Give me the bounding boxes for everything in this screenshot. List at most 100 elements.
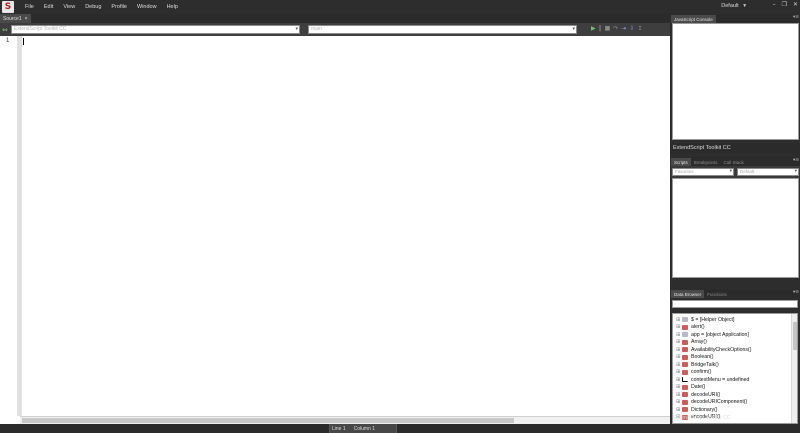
step-into-icon[interactable]: ⇥ xyxy=(621,25,626,32)
tree-item-label: app = [object Application] xyxy=(691,331,749,338)
object-icon xyxy=(682,377,688,383)
editor-toolbar: ⇔ ExtendScript Toolkit CC ▾ main ▾ ▶ ‖ ■… xyxy=(0,23,670,36)
status-bar: Line 1 Column 1 ExtendScript Toolkit CC xyxy=(0,415,800,433)
tree-item-label: Array() xyxy=(691,339,707,346)
default-select[interactable]: Default ▾ xyxy=(737,168,799,176)
tree-item[interactable]: ⊞ decodeURIComponent() xyxy=(673,399,797,407)
default-value: Default xyxy=(740,169,755,174)
tree-item-label: AvailabilityCheckOptions() xyxy=(691,346,752,353)
document-tabbar: Source1 × xyxy=(0,14,670,23)
status-line: Line 1 xyxy=(332,425,346,432)
object-icon xyxy=(682,384,688,390)
scrollbar-thumb[interactable] xyxy=(22,418,514,423)
tab-label: Source1 xyxy=(3,15,22,22)
menu-debug[interactable]: Debug xyxy=(80,4,106,10)
editor-area: Source1 × ⇔ ExtendScript Toolkit CC ▾ ma… xyxy=(0,14,670,424)
status-column: Column 1 xyxy=(353,425,376,432)
tree-item[interactable]: ⊞ Boolean() xyxy=(673,354,797,362)
object-icon xyxy=(682,362,688,368)
menu-edit[interactable]: Edit xyxy=(39,4,58,10)
panel-menu-icon[interactable]: ▾≡ xyxy=(793,290,799,295)
tab-javascript-console[interactable]: JavaScript Console xyxy=(671,15,716,23)
tree-item-label: decodeURIComponent() xyxy=(691,399,748,406)
favorites-value: Favorites xyxy=(675,169,694,174)
run-icon[interactable]: ▶ xyxy=(591,25,596,32)
app-logo: S xyxy=(2,1,14,13)
workspace-selector[interactable]: Default ▾ xyxy=(721,3,746,9)
object-icon xyxy=(682,339,688,345)
panel-menu-icon[interactable]: ▾≡ xyxy=(793,15,799,20)
tree-item[interactable]: ⊞ Dictionary() xyxy=(673,406,797,414)
stop-icon[interactable]: ■ xyxy=(605,25,611,32)
chevron-down-icon: ▾ xyxy=(572,26,575,32)
object-icon xyxy=(682,317,688,323)
step-out-icon[interactable]: ↥ xyxy=(637,25,642,32)
tree-item[interactable]: ⊞ confirm() xyxy=(673,369,797,377)
tab-source1[interactable]: Source1 × xyxy=(0,14,31,23)
chevron-down-icon: ▾ xyxy=(729,169,732,174)
step-down-icon[interactable]: ⇩ xyxy=(629,25,634,32)
close-icon[interactable]: ✕ xyxy=(793,1,798,8)
tree-item[interactable]: ⊞ Array() xyxy=(673,339,797,347)
breakpoint-margin[interactable] xyxy=(17,36,22,416)
console-output[interactable] xyxy=(672,23,799,140)
tree-item-label: Dictionary() xyxy=(691,406,718,413)
data-browser-footer: ExtendScript Toolkit CC xyxy=(673,415,731,421)
menu-view[interactable]: View xyxy=(58,4,80,10)
pause-icon[interactable]: ‖ xyxy=(599,25,602,32)
chevron-down-icon: ▾ xyxy=(295,26,298,32)
engine-value: main xyxy=(311,26,322,32)
tree-item[interactable]: ⊞ decodeURI() xyxy=(673,391,797,399)
scrollbar-thumb[interactable] xyxy=(793,322,797,350)
tree-item-label: confirm() xyxy=(691,369,712,376)
scripts-filters: Favorites ▾ Default ▾ xyxy=(671,166,800,178)
tree-item[interactable]: ⊞ $ = [Helper Object] xyxy=(673,316,797,324)
target-app-select[interactable]: ExtendScript Toolkit CC ▾ xyxy=(11,25,300,34)
tab-data-browser[interactable]: Data Browser xyxy=(671,290,705,298)
menu-window[interactable]: Window xyxy=(132,4,162,10)
tree-item[interactable]: ⊞ app = [object Application] xyxy=(673,331,797,339)
tree-item[interactable]: ⊞ AvailabilityCheckOptions() xyxy=(673,346,797,354)
restore-icon[interactable]: ❐ xyxy=(782,1,787,8)
tree-item[interactable]: ⊞ contextMenu = undefined xyxy=(673,376,797,384)
tab-functions[interactable]: Functions xyxy=(704,290,730,298)
tree-item-label: Date() xyxy=(691,384,706,391)
object-icon xyxy=(682,347,688,353)
horizontal-scrollbar[interactable] xyxy=(20,416,670,424)
data-browser-tree[interactable]: ⊞ $ = [Helper Object] ⊞ alert() ⊞ app = [obje… xyxy=(672,313,798,424)
tab-breakpoints[interactable]: Breakpoints xyxy=(691,158,721,166)
tab-close-icon[interactable]: × xyxy=(25,16,28,22)
object-icon xyxy=(682,407,688,413)
panel-menu-icon[interactable]: ▾≡ xyxy=(793,158,799,163)
scripts-list[interactable] xyxy=(672,178,799,278)
console-footer: ExtendScript Toolkit CC xyxy=(671,143,800,153)
minimize-icon[interactable]: – xyxy=(773,1,776,8)
vertical-scrollbar[interactable] xyxy=(791,314,797,423)
step-over-icon[interactable]: ↷ xyxy=(613,25,618,32)
tree-item-label: decodeURI() xyxy=(691,391,721,398)
tree-item[interactable]: ⊞ Date() xyxy=(673,384,797,392)
tree-item-label: $ = [Helper Object] xyxy=(691,316,735,323)
scripts-tabbar: Scripts Breakpoints Call Stack ▾≡ xyxy=(671,157,800,166)
text-caret xyxy=(23,38,24,45)
tab-call-stack[interactable]: Call Stack xyxy=(721,158,747,166)
tree-item-label: contextMenu = undefined xyxy=(691,376,750,383)
data-browser-filter[interactable] xyxy=(672,300,798,308)
menu-items: File Edit View Debug Profile Window Help xyxy=(20,4,183,10)
object-icon xyxy=(682,324,688,330)
tree-item[interactable]: ⊞ alert() xyxy=(673,324,797,332)
object-icon xyxy=(682,354,688,360)
code-editor[interactable]: 1 xyxy=(0,36,670,424)
console-tabbar: JavaScript Console ▾≡ xyxy=(671,14,800,23)
menu-file[interactable]: File xyxy=(20,4,39,10)
tree-item[interactable]: ⊞ BridgeTalk() xyxy=(673,361,797,369)
target-app-value: ExtendScript Toolkit CC xyxy=(14,26,67,32)
menu-help[interactable]: Help xyxy=(162,4,183,10)
engine-select[interactable]: main ▾ xyxy=(308,25,577,34)
menu-profile[interactable]: Profile xyxy=(106,4,132,10)
link-icon[interactable]: ⇔ xyxy=(2,26,11,34)
object-icon xyxy=(682,369,688,375)
object-icon xyxy=(682,399,688,405)
tab-scripts[interactable]: Scripts xyxy=(671,158,691,166)
favorites-select[interactable]: Favorites ▾ xyxy=(672,168,734,176)
